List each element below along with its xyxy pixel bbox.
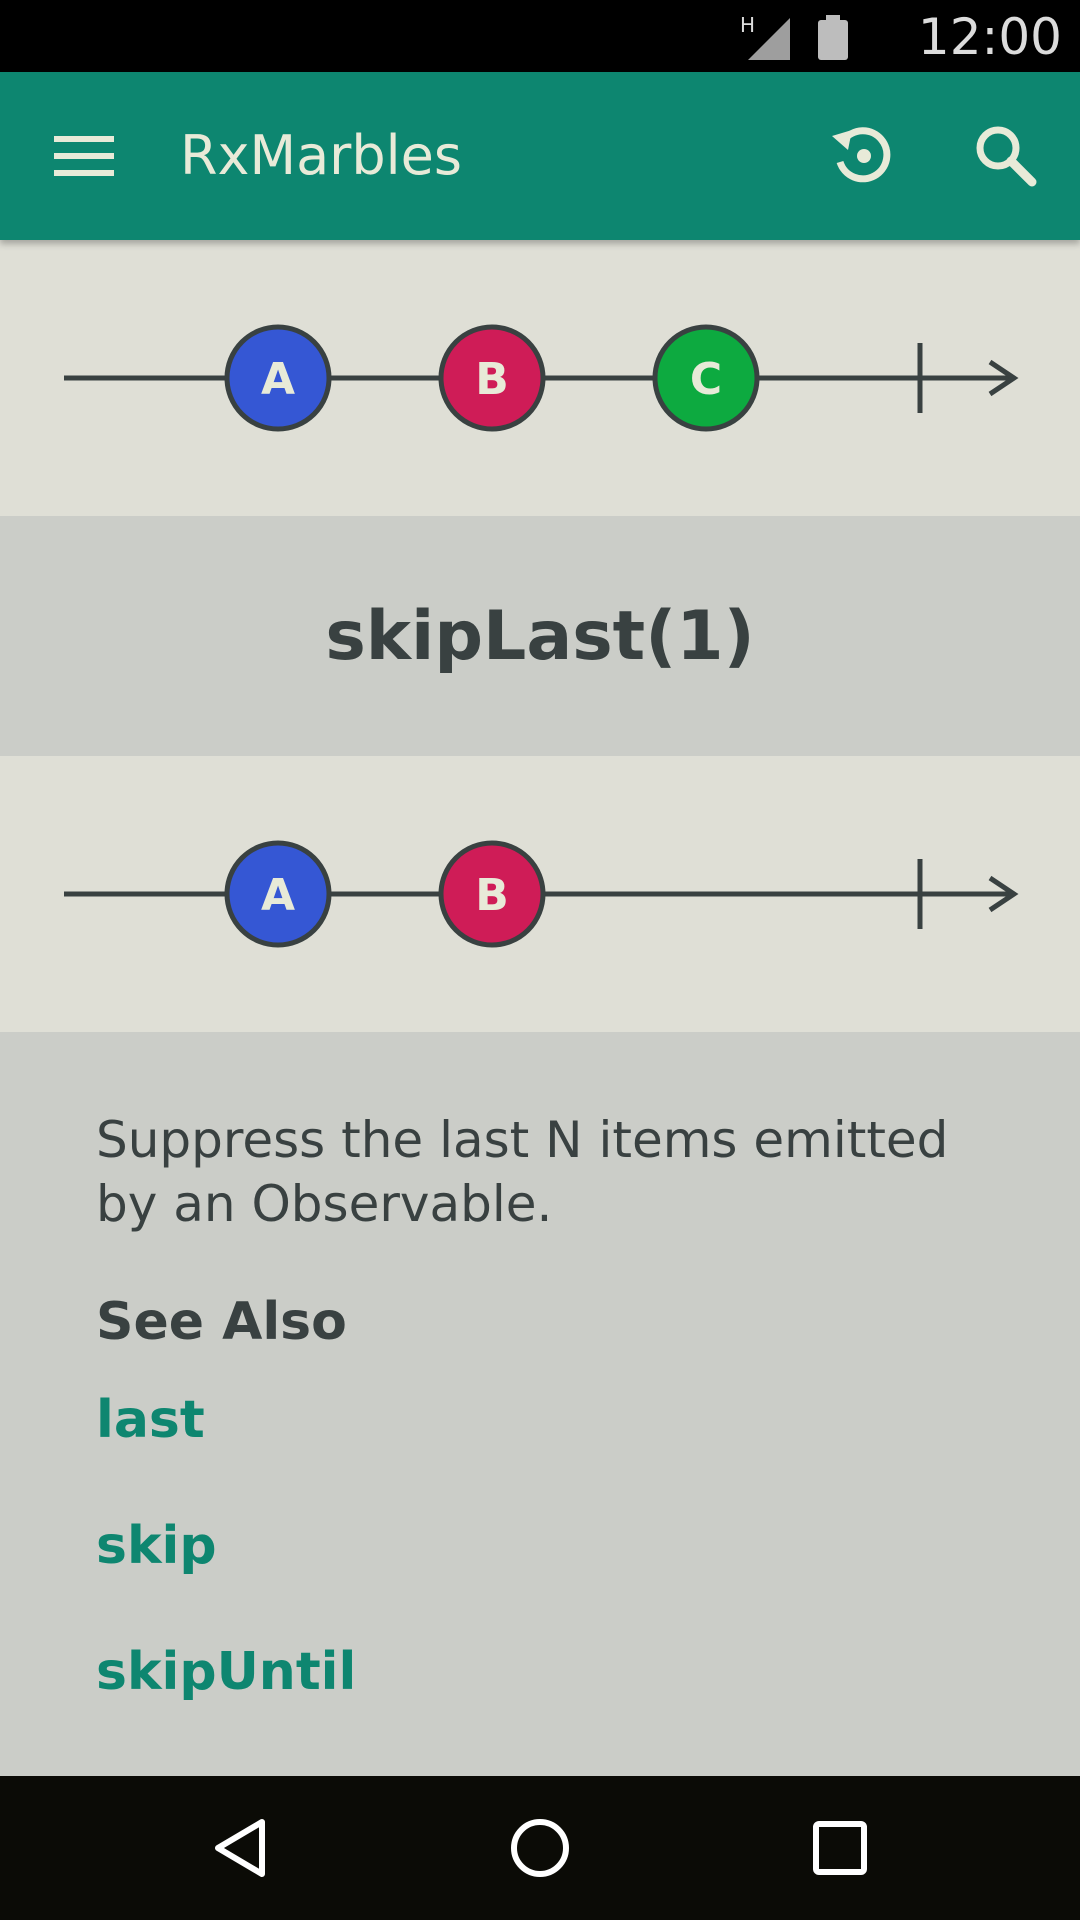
menu-icon[interactable] (36, 108, 132, 204)
app-bar: RxMarbles (0, 72, 1080, 240)
network-type-label: H (740, 13, 755, 37)
input-stream: A B C (0, 240, 1080, 516)
svg-text:A: A (261, 354, 295, 405)
input-timeline: A B C (64, 324, 1019, 432)
svg-text:B: B (475, 870, 509, 921)
svg-text:C: C (690, 354, 722, 405)
app-title: RxMarbles (180, 124, 462, 187)
home-icon[interactable] (492, 1800, 588, 1896)
svg-text:A: A (261, 870, 295, 921)
input-marble-a[interactable]: A (224, 324, 332, 432)
battery-icon (818, 20, 848, 60)
status-time: 12:00 (917, 8, 1062, 66)
search-icon[interactable] (958, 108, 1054, 204)
signal-battery-icons: H (740, 13, 848, 60)
see-also-link-skipuntil[interactable]: skipUntil (96, 1642, 356, 1702)
output-marble-a: A (224, 840, 332, 948)
see-also-link-last[interactable]: last (96, 1390, 205, 1450)
output-timeline: A B (64, 840, 1019, 948)
input-marble-b[interactable]: B (438, 324, 546, 432)
output-stream: A B (0, 756, 1080, 1032)
reset-icon[interactable] (814, 108, 910, 204)
see-also-heading: See Also (96, 1292, 347, 1352)
navigation-bar (0, 1776, 1080, 1920)
see-also-link-skip[interactable]: skip (96, 1516, 217, 1576)
recents-icon[interactable] (792, 1800, 888, 1896)
svg-text:B: B (475, 354, 509, 405)
input-marble-c[interactable]: C (652, 324, 760, 432)
back-icon[interactable] (192, 1800, 288, 1896)
output-marble-b: B (438, 840, 546, 948)
operator-label: skipLast(1) (325, 596, 755, 676)
operator-description: Suppress the last N items emitted by an … (96, 1111, 949, 1233)
status-bar: H 12:00 (0, 0, 1080, 72)
operator-box: skipLast(1) (0, 516, 1080, 756)
